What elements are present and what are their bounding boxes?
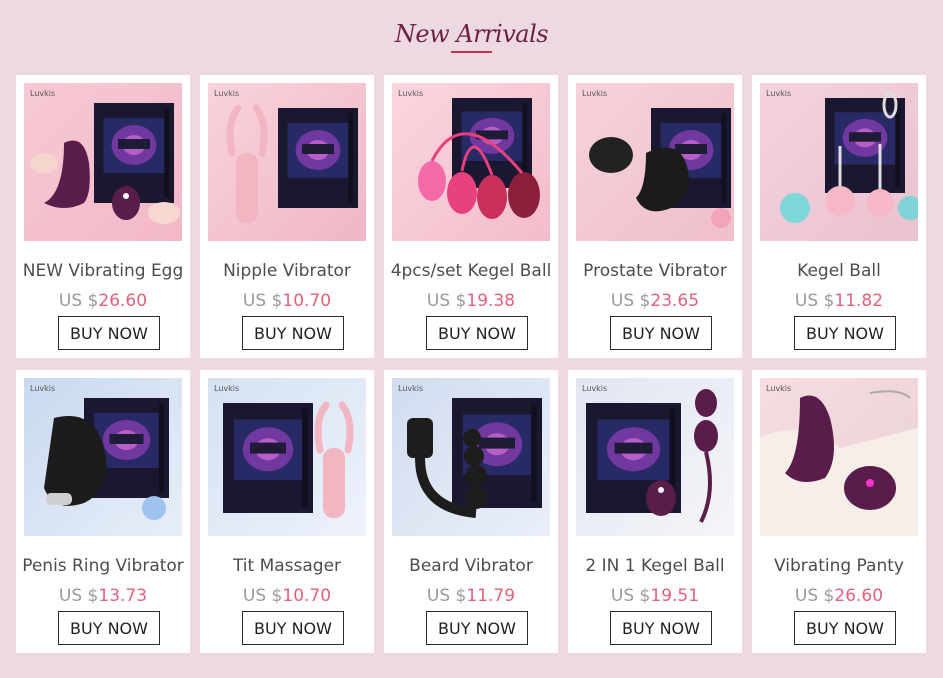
tit-massager-image[interactable]: Luvkis [208, 378, 366, 536]
svg-text:Luvkis: Luvkis [766, 89, 791, 98]
buy-now-button[interactable]: BUY NOW [610, 316, 712, 350]
buy-now-button[interactable]: BUY NOW [794, 611, 896, 645]
product-name[interactable]: Penis Ring Vibrator [16, 556, 190, 576]
price-amount: 13.73 [98, 586, 148, 606]
price-amount: 19.51 [650, 586, 700, 606]
currency-prefix: US $ [242, 586, 283, 606]
product-price: US $26.60 [16, 291, 190, 311]
currency-prefix: US $ [794, 586, 835, 606]
product-name[interactable]: Prostate Vibrator [568, 261, 742, 281]
product-card-4[interactable]: Luvkis Prostate Vibrator US $23.65 BUY N… [568, 75, 742, 358]
product-name[interactable]: NEW Vibrating Egg [16, 261, 190, 281]
currency-prefix: US $ [610, 586, 651, 606]
product-card-1[interactable]: Luvkis NEW Vibrating Egg US $26.60 BUY N… [16, 75, 190, 358]
product-name[interactable]: Vibrating Panty [752, 556, 926, 576]
product-card-6[interactable]: Luvkis Penis Ring Vibrator US $13.73 BUY… [16, 370, 190, 653]
svg-text:Luvkis: Luvkis [398, 89, 423, 98]
beard-vibrator-image[interactable]: Luvkis [392, 378, 550, 536]
product-name[interactable]: Tit Massager [200, 556, 374, 576]
prostate-vibrator-image[interactable]: Luvkis [576, 83, 734, 241]
nipple-vibrator-image[interactable]: Luvkis [208, 83, 366, 241]
buy-now-button[interactable]: BUY NOW [242, 611, 344, 645]
svg-text:Luvkis: Luvkis [214, 89, 239, 98]
kegel-ball-set-image[interactable]: Luvkis [392, 83, 550, 241]
page-title: New Arrivals [394, 20, 549, 48]
product-card-9[interactable]: Luvkis 2 IN 1 Kegel Ball US $19.51 BUY N… [568, 370, 742, 653]
product-name[interactable]: Beard Vibrator [384, 556, 558, 576]
price-amount: 26.60 [834, 586, 884, 606]
product-name[interactable]: Nipple Vibrator [200, 261, 374, 281]
svg-text:Luvkis: Luvkis [766, 384, 791, 393]
svg-text:Luvkis: Luvkis [398, 384, 423, 393]
product-card-3[interactable]: Luvkis 4pcs/set Kegel Ball US $19.38 BUY… [384, 75, 558, 358]
buy-now-button[interactable]: BUY NOW [610, 611, 712, 645]
product-price: US $10.70 [200, 291, 374, 311]
product-card-2[interactable]: Luvkis Nipple Vibrator US $10.70 BUY NOW [200, 75, 374, 358]
price-amount: 26.60 [98, 291, 148, 311]
svg-text:Luvkis: Luvkis [30, 384, 55, 393]
buy-now-button[interactable]: BUY NOW [242, 316, 344, 350]
vibrating-panty-image[interactable]: Luvkis [760, 378, 918, 536]
buy-now-button[interactable]: BUY NOW [58, 611, 160, 645]
product-price: US $10.70 [200, 586, 374, 606]
buy-now-button[interactable]: BUY NOW [426, 611, 528, 645]
product-price: US $11.82 [752, 291, 926, 311]
product-price: US $26.60 [752, 586, 926, 606]
currency-prefix: US $ [58, 586, 99, 606]
product-price: US $19.51 [568, 586, 742, 606]
buy-now-button[interactable]: BUY NOW [794, 316, 896, 350]
buy-now-button[interactable]: BUY NOW [426, 316, 528, 350]
product-card-7[interactable]: Luvkis Tit Massager US $10.70 BUY NOW [200, 370, 374, 653]
currency-prefix: US $ [58, 291, 99, 311]
product-price: US $11.79 [384, 586, 558, 606]
price-amount: 19.38 [466, 291, 516, 311]
price-amount: 10.70 [282, 291, 332, 311]
product-card-5[interactable]: Luvkis Kegel Ball US $11.82 BUY NOW [752, 75, 926, 358]
product-name[interactable]: 4pcs/set Kegel Ball [384, 261, 558, 281]
product-grid: Luvkis NEW Vibrating Egg US $26.60 BUY N… [16, 75, 926, 653]
price-amount: 10.70 [282, 586, 332, 606]
currency-prefix: US $ [610, 291, 651, 311]
currency-prefix: US $ [794, 291, 835, 311]
title-underline [451, 51, 492, 53]
kegel-ball-image[interactable]: Luvkis [760, 83, 918, 241]
svg-text:Luvkis: Luvkis [582, 384, 607, 393]
product-price: US $23.65 [568, 291, 742, 311]
currency-prefix: US $ [242, 291, 283, 311]
currency-prefix: US $ [426, 586, 467, 606]
product-card-10[interactable]: Luvkis Vibrating Panty US $26.60 BUY NOW [752, 370, 926, 653]
vibrating-egg-image[interactable]: Luvkis [24, 83, 182, 241]
two-in-one-kegel-ball-image[interactable]: Luvkis [576, 378, 734, 536]
product-price: US $19.38 [384, 291, 558, 311]
price-amount: 11.82 [834, 291, 884, 311]
product-card-8[interactable]: Luvkis Beard Vibrator US $11.79 BUY NOW [384, 370, 558, 653]
price-amount: 11.79 [466, 586, 516, 606]
product-price: US $13.73 [16, 586, 190, 606]
penis-ring-vibrator-image[interactable]: Luvkis [24, 378, 182, 536]
product-name[interactable]: 2 IN 1 Kegel Ball [568, 556, 742, 576]
svg-text:Luvkis: Luvkis [582, 89, 607, 98]
price-amount: 23.65 [650, 291, 700, 311]
currency-prefix: US $ [426, 291, 467, 311]
svg-text:Luvkis: Luvkis [30, 89, 55, 98]
buy-now-button[interactable]: BUY NOW [58, 316, 160, 350]
product-name[interactable]: Kegel Ball [752, 261, 926, 281]
svg-text:Luvkis: Luvkis [214, 384, 239, 393]
